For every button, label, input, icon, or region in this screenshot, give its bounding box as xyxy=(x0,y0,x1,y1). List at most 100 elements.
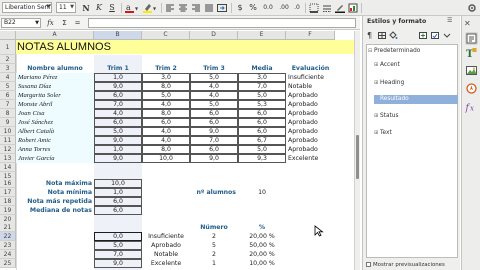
student-count-value[interactable]: 10 xyxy=(238,188,286,197)
grade-name-cell[interactable]: Aprobado xyxy=(142,241,190,250)
column-header[interactable]: A xyxy=(16,31,94,40)
align-left-button[interactable] xyxy=(164,2,176,14)
count-cell[interactable]: 2 xyxy=(190,250,238,259)
grade-cell[interactable]: 5,0 xyxy=(94,127,142,136)
name-box[interactable]: B22 ▼ xyxy=(1,18,41,28)
stat-label-cell[interactable]: Nota máxima xyxy=(16,179,94,188)
align-right-button[interactable] xyxy=(190,2,202,14)
function-wizard-button[interactable]: fx xyxy=(45,18,56,28)
percent-format-button[interactable]: % xyxy=(247,2,259,14)
grade-cell[interactable]: 4,0 xyxy=(190,91,238,100)
grade-cell[interactable]: 3,0 xyxy=(142,73,190,82)
row-header[interactable]: 3 xyxy=(0,64,16,73)
row-header[interactable]: 16 xyxy=(0,179,16,188)
style-item-resultado[interactable]: Resultado xyxy=(374,95,458,104)
count-cell[interactable]: 1 xyxy=(190,259,238,268)
highlight-button[interactable]: ▼ xyxy=(142,2,158,14)
grade-cell[interactable]: 7,0 xyxy=(94,100,142,109)
percent-cell[interactable]: 10,00 % xyxy=(238,259,286,268)
paragraph-styles-button[interactable]: ¶ xyxy=(366,30,376,41)
formula-button[interactable]: = xyxy=(72,18,83,28)
grade-cell[interactable]: 6,0 xyxy=(190,145,238,154)
student-name-cell[interactable]: Albert Català xyxy=(16,127,94,136)
grade-cell[interactable]: 10,0 xyxy=(142,154,190,163)
threshold-cell[interactable]: 5,0 xyxy=(94,241,142,250)
style-item-accent[interactable]: ⊞ Accent xyxy=(374,61,464,70)
evaluation-cell[interactable]: Aprobado xyxy=(286,100,335,109)
student-name-cell[interactable]: Mariano Pérez xyxy=(16,73,94,82)
grade-cell[interactable]: 6,0 xyxy=(94,91,142,100)
row-header[interactable]: 5 xyxy=(0,82,16,91)
grade-cell[interactable]: 9,0 xyxy=(190,127,238,136)
cell-styles-button[interactable] xyxy=(377,30,387,41)
stat-label-cell[interactable]: Nota mínima xyxy=(16,188,94,197)
column-title-cell[interactable]: Evaluación xyxy=(286,64,335,73)
conditional-format-button[interactable] xyxy=(347,2,359,14)
column-title-cell[interactable]: Trim 3 xyxy=(190,64,238,73)
column-title-cell[interactable]: Trim 2 xyxy=(142,64,190,73)
row-header[interactable]: 14 xyxy=(0,163,16,172)
student-name-cell[interactable]: Monste Abril xyxy=(16,100,94,109)
row-header[interactable]: 2 xyxy=(0,55,16,64)
count-cell[interactable]: 5 xyxy=(190,241,238,250)
student-name-cell[interactable]: José Sánchez xyxy=(16,118,94,127)
sum-button[interactable]: Σ xyxy=(59,18,70,28)
grade-cell[interactable]: 4,0 xyxy=(142,100,190,109)
stat-value-cell[interactable]: 6,0 xyxy=(94,206,142,215)
grade-cell[interactable]: 8,0 xyxy=(142,82,190,91)
grade-cell[interactable]: 6,0 xyxy=(142,118,190,127)
row-header[interactable]: 1 xyxy=(0,40,16,55)
deck-styles-button[interactable]: T xyxy=(465,46,478,60)
grade-name-cell[interactable]: Notable xyxy=(142,250,190,259)
evaluation-cell[interactable]: Notable xyxy=(286,82,335,91)
show-previews-checkbox[interactable]: Mostrar previsualizaciones xyxy=(366,262,445,268)
select-all-corner[interactable] xyxy=(0,31,16,40)
evaluation-cell[interactable]: Aprobado xyxy=(286,91,335,100)
underline-button[interactable]: S xyxy=(106,2,118,14)
stat-label-cell[interactable]: Mediana de notas xyxy=(16,206,94,215)
count-cell[interactable]: 2 xyxy=(190,232,238,241)
stat-value-cell[interactable]: 10,0 xyxy=(94,179,142,188)
row-header[interactable]: 11 xyxy=(0,136,16,145)
row-header[interactable]: 8 xyxy=(0,109,16,118)
student-name-cell[interactable]: Susana Díaz xyxy=(16,82,94,91)
row-header[interactable]: 24 xyxy=(0,250,16,259)
grade-cell[interactable]: 9,0 xyxy=(190,154,238,163)
column-header[interactable]: B xyxy=(94,31,142,40)
grade-cell[interactable]: 8,0 xyxy=(142,145,190,154)
student-count-label[interactable]: nº alumnos xyxy=(190,188,238,197)
evaluation-cell[interactable]: Aprobado xyxy=(286,136,335,145)
grade-cell[interactable]: 4,0 xyxy=(142,127,190,136)
style-item-status[interactable]: ⊞ Status xyxy=(374,112,464,121)
style-actions-button[interactable] xyxy=(442,30,452,41)
grade-cell[interactable]: 4,0 xyxy=(94,109,142,118)
italic-button[interactable]: K xyxy=(93,2,105,14)
borders-button[interactable] xyxy=(308,2,320,14)
grade-cell[interactable]: 7,0 xyxy=(238,82,286,91)
column-header[interactable]: C xyxy=(142,31,190,40)
justify-button[interactable] xyxy=(203,2,215,14)
grade-cell[interactable]: 5,0 xyxy=(238,91,286,100)
grade-cell[interactable]: 6,0 xyxy=(190,109,238,118)
grade-name-cell[interactable]: Excelente xyxy=(142,259,190,268)
grade-cell[interactable]: 5,0 xyxy=(238,145,286,154)
row-header[interactable]: 6 xyxy=(0,91,16,100)
sidebar-menu-button[interactable]: ☰ xyxy=(447,17,452,24)
currency-format-button[interactable]: $ xyxy=(234,2,246,14)
vertical-scrollbar[interactable] xyxy=(354,31,360,270)
evaluation-cell[interactable]: Insuficiente xyxy=(286,73,335,82)
row-header[interactable]: 23 xyxy=(0,241,16,250)
distribution-header-cell[interactable]: % xyxy=(238,223,286,232)
column-header[interactable]: E xyxy=(238,31,286,40)
grade-cell[interactable]: 9,3 xyxy=(238,154,286,163)
grade-cell[interactable]: 5,0 xyxy=(190,73,238,82)
style-item-predeterminado[interactable]: ⊟ Predeterminado xyxy=(368,47,458,56)
row-header[interactable]: 19 xyxy=(0,206,16,215)
number-format-button[interactable]: 0.0 xyxy=(260,2,276,14)
evaluation-cell[interactable]: Excelente xyxy=(286,154,335,163)
grade-cell[interactable]: 5,3 xyxy=(238,100,286,109)
grade-cell[interactable]: 5,0 xyxy=(142,91,190,100)
grade-cell[interactable]: 5,0 xyxy=(190,100,238,109)
formula-input[interactable] xyxy=(88,18,356,28)
stat-label-cell[interactable]: Nota más repetida xyxy=(16,197,94,206)
